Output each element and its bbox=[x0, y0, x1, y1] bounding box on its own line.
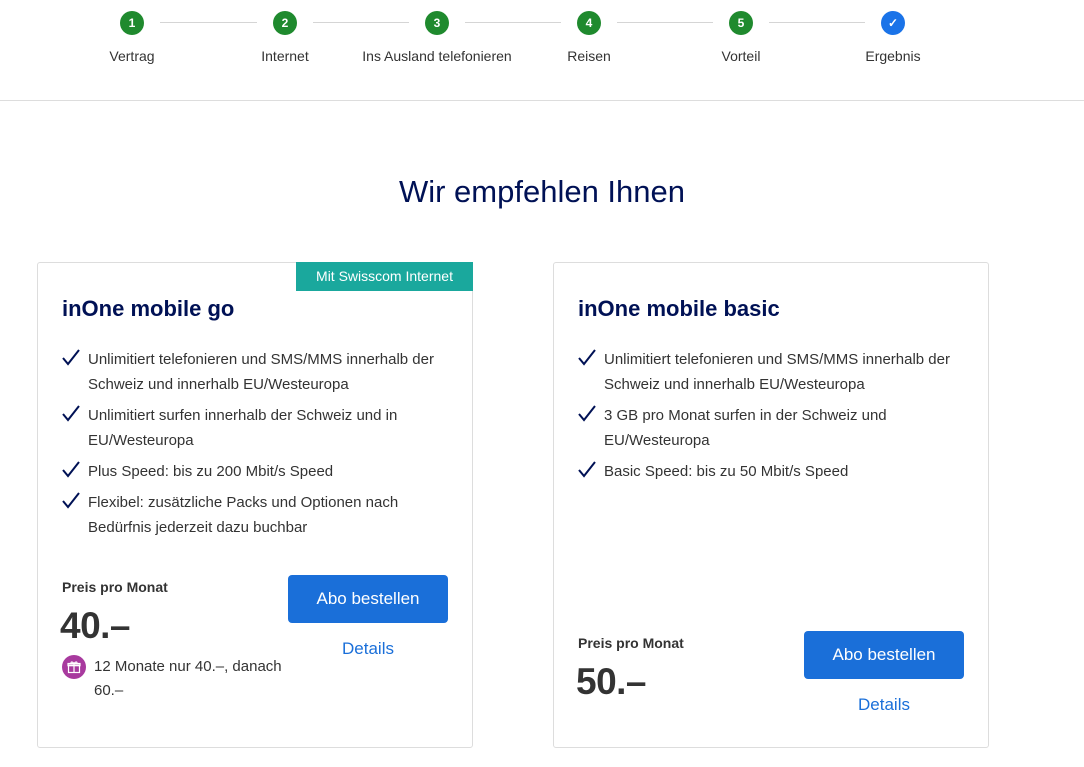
check-icon: ✓ bbox=[881, 11, 905, 35]
checkmark-icon bbox=[578, 349, 596, 366]
gift-icon bbox=[62, 655, 86, 679]
feature-text: Unlimitiert telefonieren und SMS/MMS inn… bbox=[604, 351, 950, 393]
price-value: 50.– bbox=[576, 661, 647, 702]
details-link[interactable]: Details bbox=[804, 695, 964, 715]
progress-stepper: 1 Vertrag 2 Internet 3 Ins Ausland telef… bbox=[0, 0, 1084, 101]
checkmark-icon bbox=[62, 492, 80, 509]
step-ergebnis: ✓ Ergebnis bbox=[808, 11, 978, 64]
feature-text: Flexibel: zusätzliche Packs und Optionen… bbox=[88, 494, 399, 536]
step-number: 2 bbox=[273, 11, 297, 35]
checkmark-icon bbox=[62, 405, 80, 422]
feature-text: 3 GB pro Monat surfen in der Schweiz und… bbox=[604, 407, 887, 449]
page-title: Wir empfehlen Ihnen bbox=[398, 174, 686, 209]
feature-item: Unlimitiert telefonieren und SMS/MMS inn… bbox=[578, 347, 968, 397]
order-button[interactable]: Abo bestellen bbox=[804, 631, 964, 679]
step-number: 4 bbox=[577, 11, 601, 35]
feature-item: Plus Speed: bis zu 200 Mbit/s Speed bbox=[62, 459, 452, 484]
offer-card-go: Mit Swisscom Internet inOne mobile go Un… bbox=[37, 262, 473, 748]
feature-item: Basic Speed: bis zu 50 Mbit/s Speed bbox=[578, 459, 968, 484]
offer-badge: Mit Swisscom Internet bbox=[296, 262, 473, 291]
feature-list: Unlimitiert telefonieren und SMS/MMS inn… bbox=[62, 347, 452, 546]
step-ausland[interactable]: 3 Ins Ausland telefonieren bbox=[352, 11, 522, 64]
step-label: Vertrag bbox=[109, 48, 155, 64]
promo-text: 12 Monate nur 40.–, danach 60.– bbox=[94, 658, 282, 699]
price-label: Preis pro Monat bbox=[578, 635, 684, 651]
feature-item: Flexibel: zusätzliche Packs und Optionen… bbox=[62, 490, 452, 540]
feature-text: Unlimitiert telefonieren und SMS/MMS inn… bbox=[88, 351, 434, 393]
checkmark-icon bbox=[578, 461, 596, 478]
details-link[interactable]: Details bbox=[288, 639, 448, 659]
step-label: Internet bbox=[261, 48, 309, 64]
checkmark-icon bbox=[578, 405, 596, 422]
step-label: Vorteil bbox=[721, 48, 761, 64]
feature-item: 3 GB pro Monat surfen in der Schweiz und… bbox=[578, 403, 968, 453]
step-label: Ergebnis bbox=[865, 48, 921, 64]
price-value: 40.– bbox=[60, 605, 131, 646]
feature-text: Unlimitiert surfen innerhalb der Schweiz… bbox=[88, 407, 398, 449]
step-number: 5 bbox=[729, 11, 753, 35]
step-label: Ins Ausland telefonieren bbox=[362, 48, 512, 64]
offer-title: inOne mobile basic bbox=[578, 296, 780, 321]
step-internet[interactable]: 2 Internet bbox=[200, 11, 370, 64]
feature-text: Basic Speed: bis zu 50 Mbit/s Speed bbox=[604, 463, 849, 480]
price-label: Preis pro Monat bbox=[62, 579, 168, 595]
step-reisen[interactable]: 4 Reisen bbox=[504, 11, 674, 64]
step-label: Reisen bbox=[567, 48, 611, 64]
step-vertrag[interactable]: 1 Vertrag bbox=[47, 11, 217, 64]
step-number: 1 bbox=[120, 11, 144, 35]
offer-card-basic: inOne mobile basic Unlimitiert telefonie… bbox=[553, 262, 989, 748]
feature-list: Unlimitiert telefonieren und SMS/MMS inn… bbox=[578, 347, 968, 490]
feature-item: Unlimitiert telefonieren und SMS/MMS inn… bbox=[62, 347, 452, 397]
feature-text: Plus Speed: bis zu 200 Mbit/s Speed bbox=[88, 463, 334, 480]
order-button[interactable]: Abo bestellen bbox=[288, 575, 448, 623]
step-vorteil[interactable]: 5 Vorteil bbox=[656, 11, 826, 64]
feature-item: Unlimitiert surfen innerhalb der Schweiz… bbox=[62, 403, 452, 453]
checkmark-icon bbox=[62, 461, 80, 478]
checkmark-icon bbox=[62, 349, 80, 366]
offer-title: inOne mobile go bbox=[62, 296, 235, 321]
step-number: 3 bbox=[425, 11, 449, 35]
promo-note: 12 Monate nur 40.–, danach 60.– bbox=[62, 655, 302, 703]
